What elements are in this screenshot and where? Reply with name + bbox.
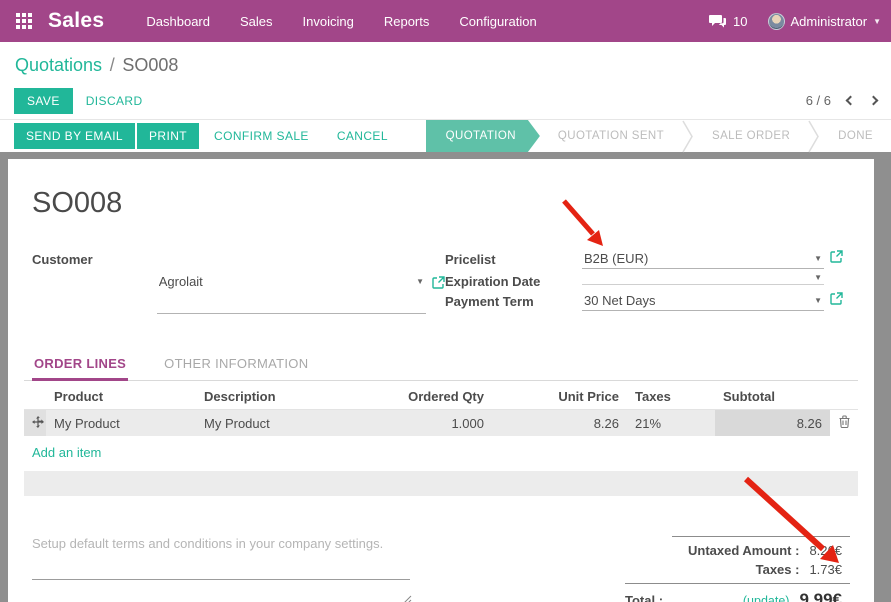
state-quotation[interactable]: QUOTATION [426, 120, 540, 152]
tab-other-information[interactable]: OTHER INFORMATION [162, 352, 310, 380]
messages-count[interactable]: 10 [733, 14, 747, 29]
payment-term-dropdown-icon[interactable]: ▼ [810, 296, 822, 305]
cell-subtotal: 8.26 [715, 410, 830, 437]
expiration-date-label: Expiration Date [445, 272, 582, 289]
payment-term-value[interactable]: 30 Net Days [584, 293, 810, 308]
quotation-form-sheet: SO008 Customer Agrolait ▼ Pricelist B2B … [8, 159, 874, 602]
pricelist-field[interactable]: B2B (EUR) ▼ [582, 250, 824, 269]
col-description[interactable]: Description [196, 383, 342, 410]
pricelist-value[interactable]: B2B (EUR) [584, 251, 810, 266]
order-lines-table: Product Description Ordered Qty Unit Pri… [24, 383, 858, 436]
col-subtotal[interactable]: Subtotal [715, 383, 830, 410]
breadcrumb-current: SO008 [122, 55, 178, 75]
action-row: SAVE DISCARD 6 / 6 [0, 82, 891, 119]
document-title: SO008 [32, 187, 858, 220]
user-menu-caret-icon: ▼ [873, 17, 881, 26]
col-ordered-qty[interactable]: Ordered Qty [342, 383, 492, 410]
col-unit-price[interactable]: Unit Price [492, 383, 627, 410]
app-brand[interactable]: Sales [48, 9, 104, 33]
send-by-email-button[interactable]: SEND BY EMAIL [14, 123, 135, 149]
tab-order-lines[interactable]: ORDER LINES [32, 352, 128, 381]
confirm-sale-button[interactable]: CONFIRM SALE [201, 123, 322, 149]
pricelist-dropdown-icon[interactable]: ▼ [810, 254, 822, 263]
resize-handle-icon[interactable] [403, 592, 412, 602]
pager-next-icon[interactable] [869, 96, 879, 106]
total-row: Total : (update) 9.99€ [625, 583, 850, 602]
untaxed-amount-value: 8.26€ [809, 543, 842, 558]
print-button[interactable]: PRINT [137, 123, 199, 149]
nav-dashboard[interactable]: Dashboard [146, 14, 210, 29]
nav-reports[interactable]: Reports [384, 14, 430, 29]
cell-unit-price[interactable]: 8.26 [492, 410, 627, 437]
form-fields: Customer Agrolait ▼ Pricelist B2B (EUR) … [24, 250, 858, 314]
top-navbar: Sales Dashboard Sales Invoicing Reports … [0, 0, 891, 42]
pager-previous-icon[interactable] [846, 96, 856, 106]
customer-dropdown-icon[interactable]: ▼ [412, 277, 424, 286]
nav-configuration[interactable]: Configuration [459, 14, 536, 29]
sheet-background: SO008 Customer Agrolait ▼ Pricelist B2B … [0, 152, 891, 602]
customer-label: Customer [32, 250, 157, 314]
terms-textarea[interactable] [32, 536, 410, 580]
payment-term-label: Payment Term [445, 292, 582, 309]
breadcrumb-separator: / [110, 55, 115, 75]
notebook-tabs: ORDER LINES OTHER INFORMATION [24, 352, 858, 381]
pager-counter: 6 / 6 [806, 93, 831, 108]
sheet-bottom: Untaxed Amount : 8.26€ Taxes : 1.73€ Tot… [24, 536, 858, 602]
total-label: Total : [625, 593, 663, 602]
workflow-buttons: SEND BY EMAIL PRINT CONFIRM SALE CANCEL [0, 120, 401, 152]
expiration-date-field[interactable]: ▼ [582, 272, 824, 285]
apps-menu-icon[interactable] [16, 13, 32, 29]
delete-line-icon[interactable] [830, 410, 858, 437]
state-done[interactable]: DONE [820, 120, 891, 152]
taxes-label: Taxes : [756, 562, 800, 577]
payment-term-field[interactable]: 30 Net Days ▼ [582, 292, 824, 311]
statusbar: SEND BY EMAIL PRINT CONFIRM SALE CANCEL … [0, 119, 891, 152]
pricelist-label: Pricelist [445, 250, 582, 267]
breadcrumb: Quotations / SO008 [0, 42, 891, 82]
cell-taxes[interactable]: 21% [627, 410, 715, 437]
expiration-date-dropdown-icon[interactable]: ▼ [810, 273, 822, 282]
col-product[interactable]: Product [46, 383, 196, 410]
taxes-value: 1.73€ [809, 562, 842, 577]
drag-handle-icon[interactable] [24, 410, 46, 437]
cancel-button[interactable]: CANCEL [324, 123, 401, 149]
untaxed-amount-label: Untaxed Amount : [688, 543, 799, 558]
nav-sales[interactable]: Sales [240, 14, 273, 29]
cell-description[interactable]: My Product [196, 410, 342, 437]
save-button[interactable]: SAVE [14, 88, 73, 114]
main-nav: Dashboard Sales Invoicing Reports Config… [146, 14, 536, 29]
breadcrumb-quotations[interactable]: Quotations [15, 55, 102, 75]
state-pipeline: QUOTATION QUOTATION SENT SALE ORDER DONE [426, 120, 891, 152]
cell-ordered-qty[interactable]: 1.000 [342, 410, 492, 437]
untaxed-amount-row: Untaxed Amount : 8.26€ [672, 541, 850, 560]
discard-button[interactable]: DISCARD [73, 88, 156, 114]
order-line-row[interactable]: My Product My Product 1.000 8.26 21% 8.2… [24, 410, 858, 437]
state-quotation-sent[interactable]: QUOTATION SENT [540, 120, 682, 152]
totals-panel: Untaxed Amount : 8.26€ Taxes : 1.73€ Tot… [625, 536, 850, 602]
user-avatar[interactable] [768, 13, 785, 30]
messages-icon[interactable] [709, 14, 727, 29]
terms-area [32, 536, 410, 602]
col-taxes[interactable]: Taxes [627, 383, 715, 410]
table-header-row: Product Description Ordered Qty Unit Pri… [24, 383, 858, 410]
update-total-link[interactable]: (update) [743, 594, 790, 602]
customer-field[interactable]: Agrolait ▼ [157, 250, 426, 314]
pricelist-open-record-icon[interactable] [830, 250, 843, 263]
user-menu[interactable]: Administrator [791, 14, 868, 29]
taxes-row: Taxes : 1.73€ [672, 560, 850, 579]
state-separator-icon [808, 120, 820, 152]
customer-open-record-icon[interactable] [432, 250, 445, 314]
nav-invoicing[interactable]: Invoicing [303, 14, 354, 29]
total-value: 9.99€ [799, 590, 842, 602]
record-pager: 6 / 6 [806, 93, 877, 108]
state-separator-icon [682, 120, 694, 152]
add-an-item-link[interactable]: Add an item [32, 445, 101, 460]
payment-term-open-record-icon[interactable] [830, 292, 843, 305]
state-sale-order[interactable]: SALE ORDER [694, 120, 808, 152]
empty-line-placeholder[interactable] [24, 471, 858, 496]
topbar-right: 10 Administrator ▼ [709, 13, 891, 30]
cell-product[interactable]: My Product [46, 410, 196, 437]
customer-value[interactable]: Agrolait [159, 274, 412, 289]
